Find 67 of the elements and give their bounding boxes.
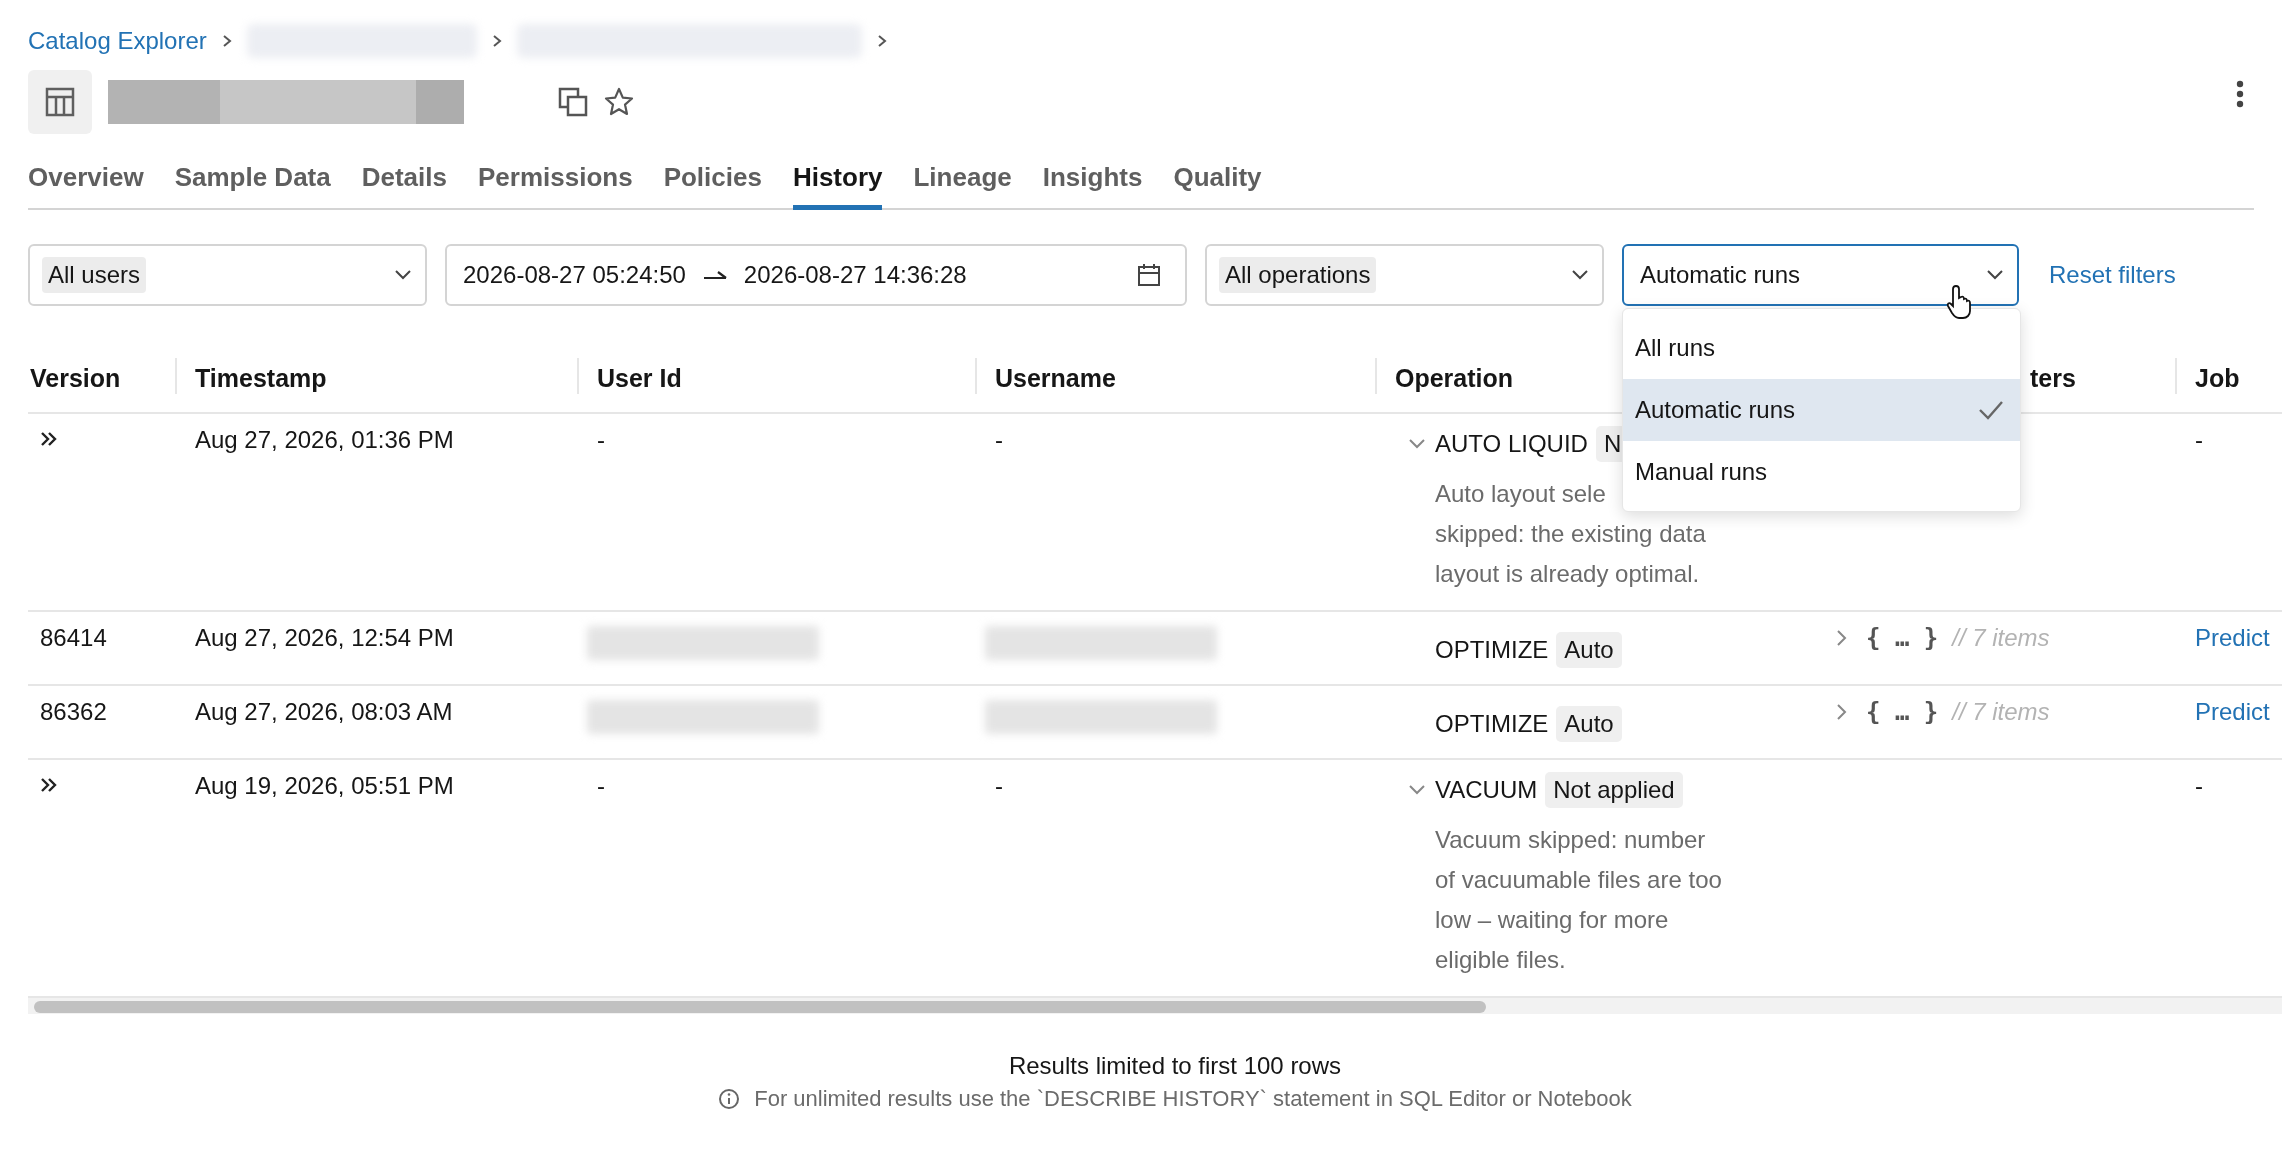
tab[interactable]: Permissions (478, 152, 633, 210)
horizontal-scrollbar[interactable] (28, 998, 2282, 1014)
job-link[interactable]: Predict (2195, 698, 2270, 725)
tab[interactable]: Details (361, 152, 447, 210)
copy-icon[interactable] (558, 87, 588, 117)
timestamp: Aug 19, 2026, 05:51 PM (195, 772, 454, 799)
filter-select[interactable]: All operations (1205, 244, 1604, 306)
double-chevron-icon[interactable] (40, 430, 58, 448)
column-header: Version (30, 363, 121, 392)
timestamp: Aug 27, 2026, 08:03 AM (195, 698, 453, 725)
date-range-field[interactable]: 2026-08-27 05:24:50 2026-08-27 14:36:28 (445, 244, 1187, 306)
operation-tag: Auto (1556, 632, 1622, 668)
description-line: layout is already optimal. (1435, 560, 1700, 587)
hint-text: For unlimited results use the `DESCRIBE HISTORY` statement in SQL Editor or Notebook (754, 1086, 1632, 1112)
description-line: Auto layout sele (1435, 480, 1606, 507)
operation-name: OPTIMIZE (1435, 710, 1549, 738)
double-chevron-icon[interactable] (40, 776, 58, 794)
operation-name: VACUUM (1435, 776, 1538, 804)
column-header: ters (2030, 363, 2076, 392)
column-header: User Id (597, 363, 682, 392)
dropdown-option[interactable]: Automatic runs (1623, 379, 2020, 441)
column-header: Username (995, 363, 1116, 392)
breadcrumb-link[interactable]: Catalog Explorer (28, 27, 207, 55)
table-cell: - (995, 772, 1003, 799)
reset-filters-link[interactable]: Reset filters (2049, 261, 2176, 289)
version-number: 86362 (40, 698, 107, 725)
description-line: of vacuumable files are too (1435, 866, 1722, 893)
results-notice: Results limited to first 100 rows (1008, 1052, 1342, 1080)
operation-tag: Auto (1556, 706, 1622, 742)
description-line: Vacuum skipped: number (1435, 826, 1706, 853)
tab[interactable]: Policies (663, 152, 762, 210)
dropdown-option[interactable]: All runs (1623, 317, 2020, 379)
description-line: eligible files. (1435, 946, 1566, 973)
star-icon[interactable] (604, 87, 634, 117)
table-cell: - (995, 426, 1003, 453)
info-icon (718, 1088, 741, 1110)
column-header: Job (2195, 363, 2240, 392)
timestamp: Aug 27, 2026, 01:36 PM (195, 426, 454, 453)
table-cell: - (597, 426, 605, 453)
tab[interactable]: Insights (1042, 152, 1143, 210)
table-icon (45, 87, 75, 117)
tab[interactable]: Overview (28, 152, 144, 210)
table-cell: - (597, 772, 605, 799)
column-header: Timestamp (195, 363, 327, 392)
json-summary: { … } (1866, 698, 1939, 726)
item-count: // 7 items (1952, 624, 2050, 652)
version-number: 86414 (40, 624, 107, 651)
description-line: skipped: the existing data (1435, 520, 1706, 547)
json-summary: { … } (1866, 624, 1939, 652)
tab[interactable]: Quality (1173, 152, 1262, 210)
more-menu-icon[interactable] (2236, 80, 2244, 108)
calendar-icon (1137, 263, 1161, 287)
scrollbar-thumb[interactable] (34, 1001, 1486, 1013)
filter-select[interactable]: All users (28, 244, 427, 306)
tab[interactable]: History (792, 152, 883, 210)
tab[interactable]: Lineage (913, 152, 1012, 210)
operation-name: OPTIMIZE (1435, 636, 1549, 664)
job-link[interactable]: Predict (2195, 624, 2270, 651)
table-cell: - (2195, 772, 2203, 799)
item-count: // 7 items (1952, 698, 2050, 726)
description-line: low – waiting for more (1435, 906, 1669, 933)
tab[interactable]: Sample Data (174, 152, 331, 210)
timestamp: Aug 27, 2026, 12:54 PM (195, 624, 454, 651)
table-cell: - (2195, 426, 2203, 453)
column-header: Operation (1395, 363, 1514, 392)
operation-name: AUTO LIQUID (1435, 430, 1588, 458)
operation-tag: Not applied (1545, 772, 1683, 808)
